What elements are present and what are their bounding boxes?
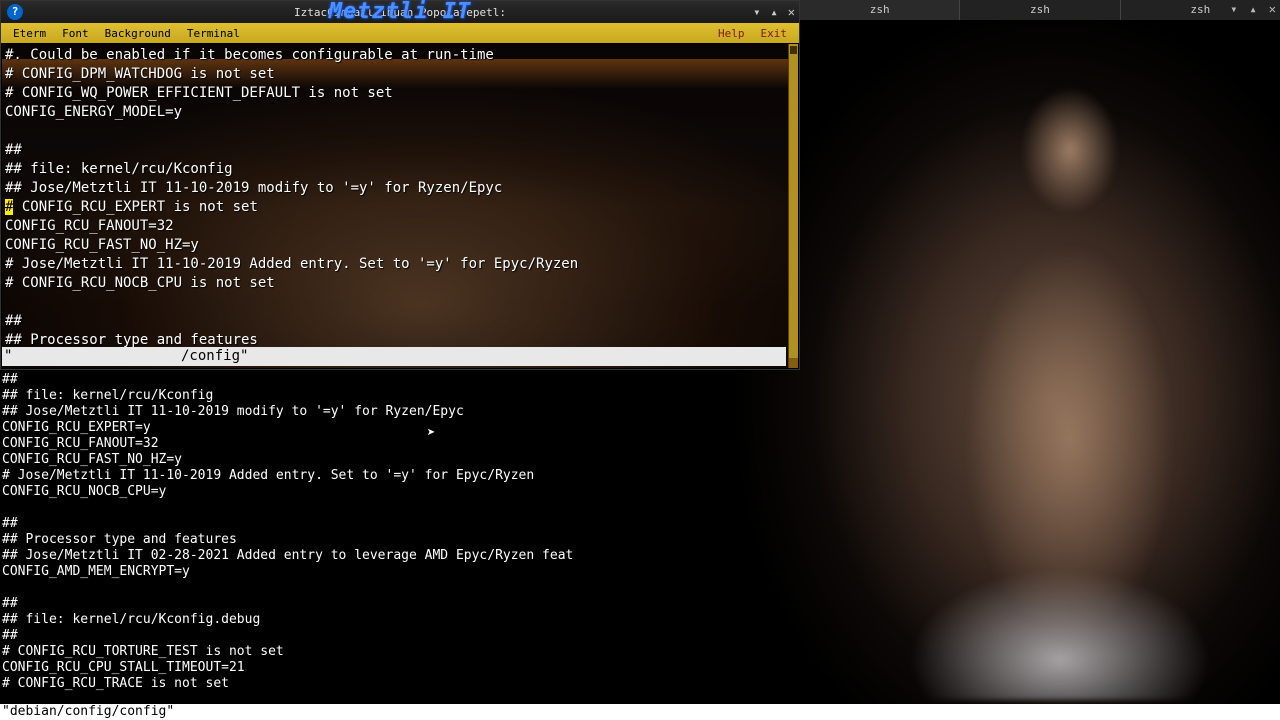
terminal-line: # CONFIG_RCU_TRACE is not set (2, 676, 1280, 692)
terminal-line: CONFIG_RCU_EXPERT=y (2, 420, 1280, 436)
terminal-line: ## file: kernel/rcu/Kconfig (2, 388, 1280, 404)
terminal-line: # CONFIG_DPM_WATCHDOG is not set (5, 65, 786, 84)
terminal-line: ## Jose/Metztli IT 11-10-2019 modify to … (2, 404, 1280, 420)
terminal-line: # CONFIG_WQ_POWER_EFFICIENT_DEFAULT is n… (5, 84, 786, 103)
terminal-line: CONFIG_AMD_MEM_ENCRYPT=y (2, 564, 1280, 580)
terminal-line: ## Jose/Metztli IT 11-10-2019 modify to … (5, 179, 786, 198)
terminal-line: CONFIG_RCU_NOCB_CPU=y (2, 484, 1280, 500)
terminal-line: ## Processor type and features (2, 532, 1280, 548)
mouse-cursor-icon: ➤ (427, 425, 437, 439)
terminal-line: ## (5, 312, 786, 331)
menu-background[interactable]: Background (97, 27, 179, 40)
menu-help[interactable]: Help (710, 27, 753, 40)
eterm-window: ? IztacCihuatl ihuan Popocatepetl: Metzt… (0, 0, 800, 370)
taskbar-tab-zsh[interactable]: zsh (800, 0, 959, 20)
terminal-line: # CONFIG_RCU_TORTURE_TEST is not set (2, 644, 1280, 660)
terminal-line: ## file: kernel/rcu/Kconfig.debug (2, 612, 1280, 628)
background-terminal[interactable]: #### file: kernel/rcu/Kconfig## Jose/Met… (0, 372, 1280, 692)
terminal-line: # CONFIG_RCU_EXPERT is not set (5, 198, 786, 217)
scrollbar-arrow-down-icon[interactable] (789, 358, 798, 368)
terminal-line: ## (2, 516, 1280, 532)
eterm-text-content[interactable]: #. Could be enabled if it becomes config… (5, 46, 786, 350)
menu-eterm[interactable]: Eterm (5, 27, 54, 40)
eterm-menubar: Eterm Font Background Terminal Help Exit (1, 23, 799, 43)
terminal-line: ## file: kernel/rcu/Kconfig (5, 160, 786, 179)
terminal-line: ## (2, 628, 1280, 644)
terminal-line: ## (5, 141, 786, 160)
terminal-line: CONFIG_RCU_FANOUT=32 (5, 217, 786, 236)
watermark-text: Metztli IT (329, 0, 471, 24)
eterm-titlebar[interactable]: ? IztacCihuatl ihuan Popocatepetl: Metzt… (1, 1, 799, 23)
terminal-line (5, 122, 786, 141)
terminal-line: CONFIG_ENERGY_MODEL=y (5, 103, 786, 122)
terminal-line: ## (2, 372, 1280, 388)
maximize-icon[interactable]: ▴ (771, 5, 778, 19)
eterm-status-line: " /config" (2, 347, 786, 366)
menu-font[interactable]: Font (54, 27, 97, 40)
terminal-line: ## (2, 596, 1280, 612)
terminal-line: # Jose/Metztli IT 11-10-2019 Added entry… (5, 255, 786, 274)
terminal-line: CONFIG_RCU_FAST_NO_HZ=y (5, 236, 786, 255)
eterm-body[interactable]: #. Could be enabled if it becomes config… (1, 43, 799, 369)
minimize-icon[interactable]: ▾ (1230, 2, 1237, 16)
screen-window-controls: ▾ ▴ ✕ (1230, 2, 1276, 16)
terminal-line: CONFIG_RCU_CPU_STALL_TIMEOUT=21 (2, 660, 1280, 676)
taskbar: zsh zsh zsh (800, 0, 1280, 20)
terminal-line (2, 500, 1280, 516)
terminal-line: #. Could be enabled if it becomes config… (5, 46, 786, 65)
maximize-icon[interactable]: ▴ (1250, 2, 1257, 16)
close-icon[interactable]: ✕ (788, 5, 795, 19)
menu-exit[interactable]: Exit (753, 27, 796, 40)
terminal-line: CONFIG_RCU_FANOUT=32 (2, 436, 1280, 452)
menu-terminal[interactable]: Terminal (179, 27, 248, 40)
scrollbar-thumb[interactable] (790, 46, 797, 54)
background-terminal-status: "debian/config/config" (0, 704, 1280, 720)
terminal-line (5, 293, 786, 312)
close-icon[interactable]: ✕ (1269, 2, 1276, 16)
terminal-line: # Jose/Metztli IT 11-10-2019 Added entry… (2, 468, 1280, 484)
terminal-line (2, 580, 1280, 596)
minimize-icon[interactable]: ▾ (753, 5, 760, 19)
terminal-line: # CONFIG_RCU_NOCB_CPU is not set (5, 274, 786, 293)
scrollbar[interactable] (788, 44, 798, 368)
terminal-line: ## Jose/Metztli IT 02-28-2021 Added entr… (2, 548, 1280, 564)
window-controls: ▾ ▴ ✕ (753, 5, 795, 19)
taskbar-tab-zsh[interactable]: zsh (959, 0, 1119, 20)
terminal-line: CONFIG_RCU_FAST_NO_HZ=y (2, 452, 1280, 468)
